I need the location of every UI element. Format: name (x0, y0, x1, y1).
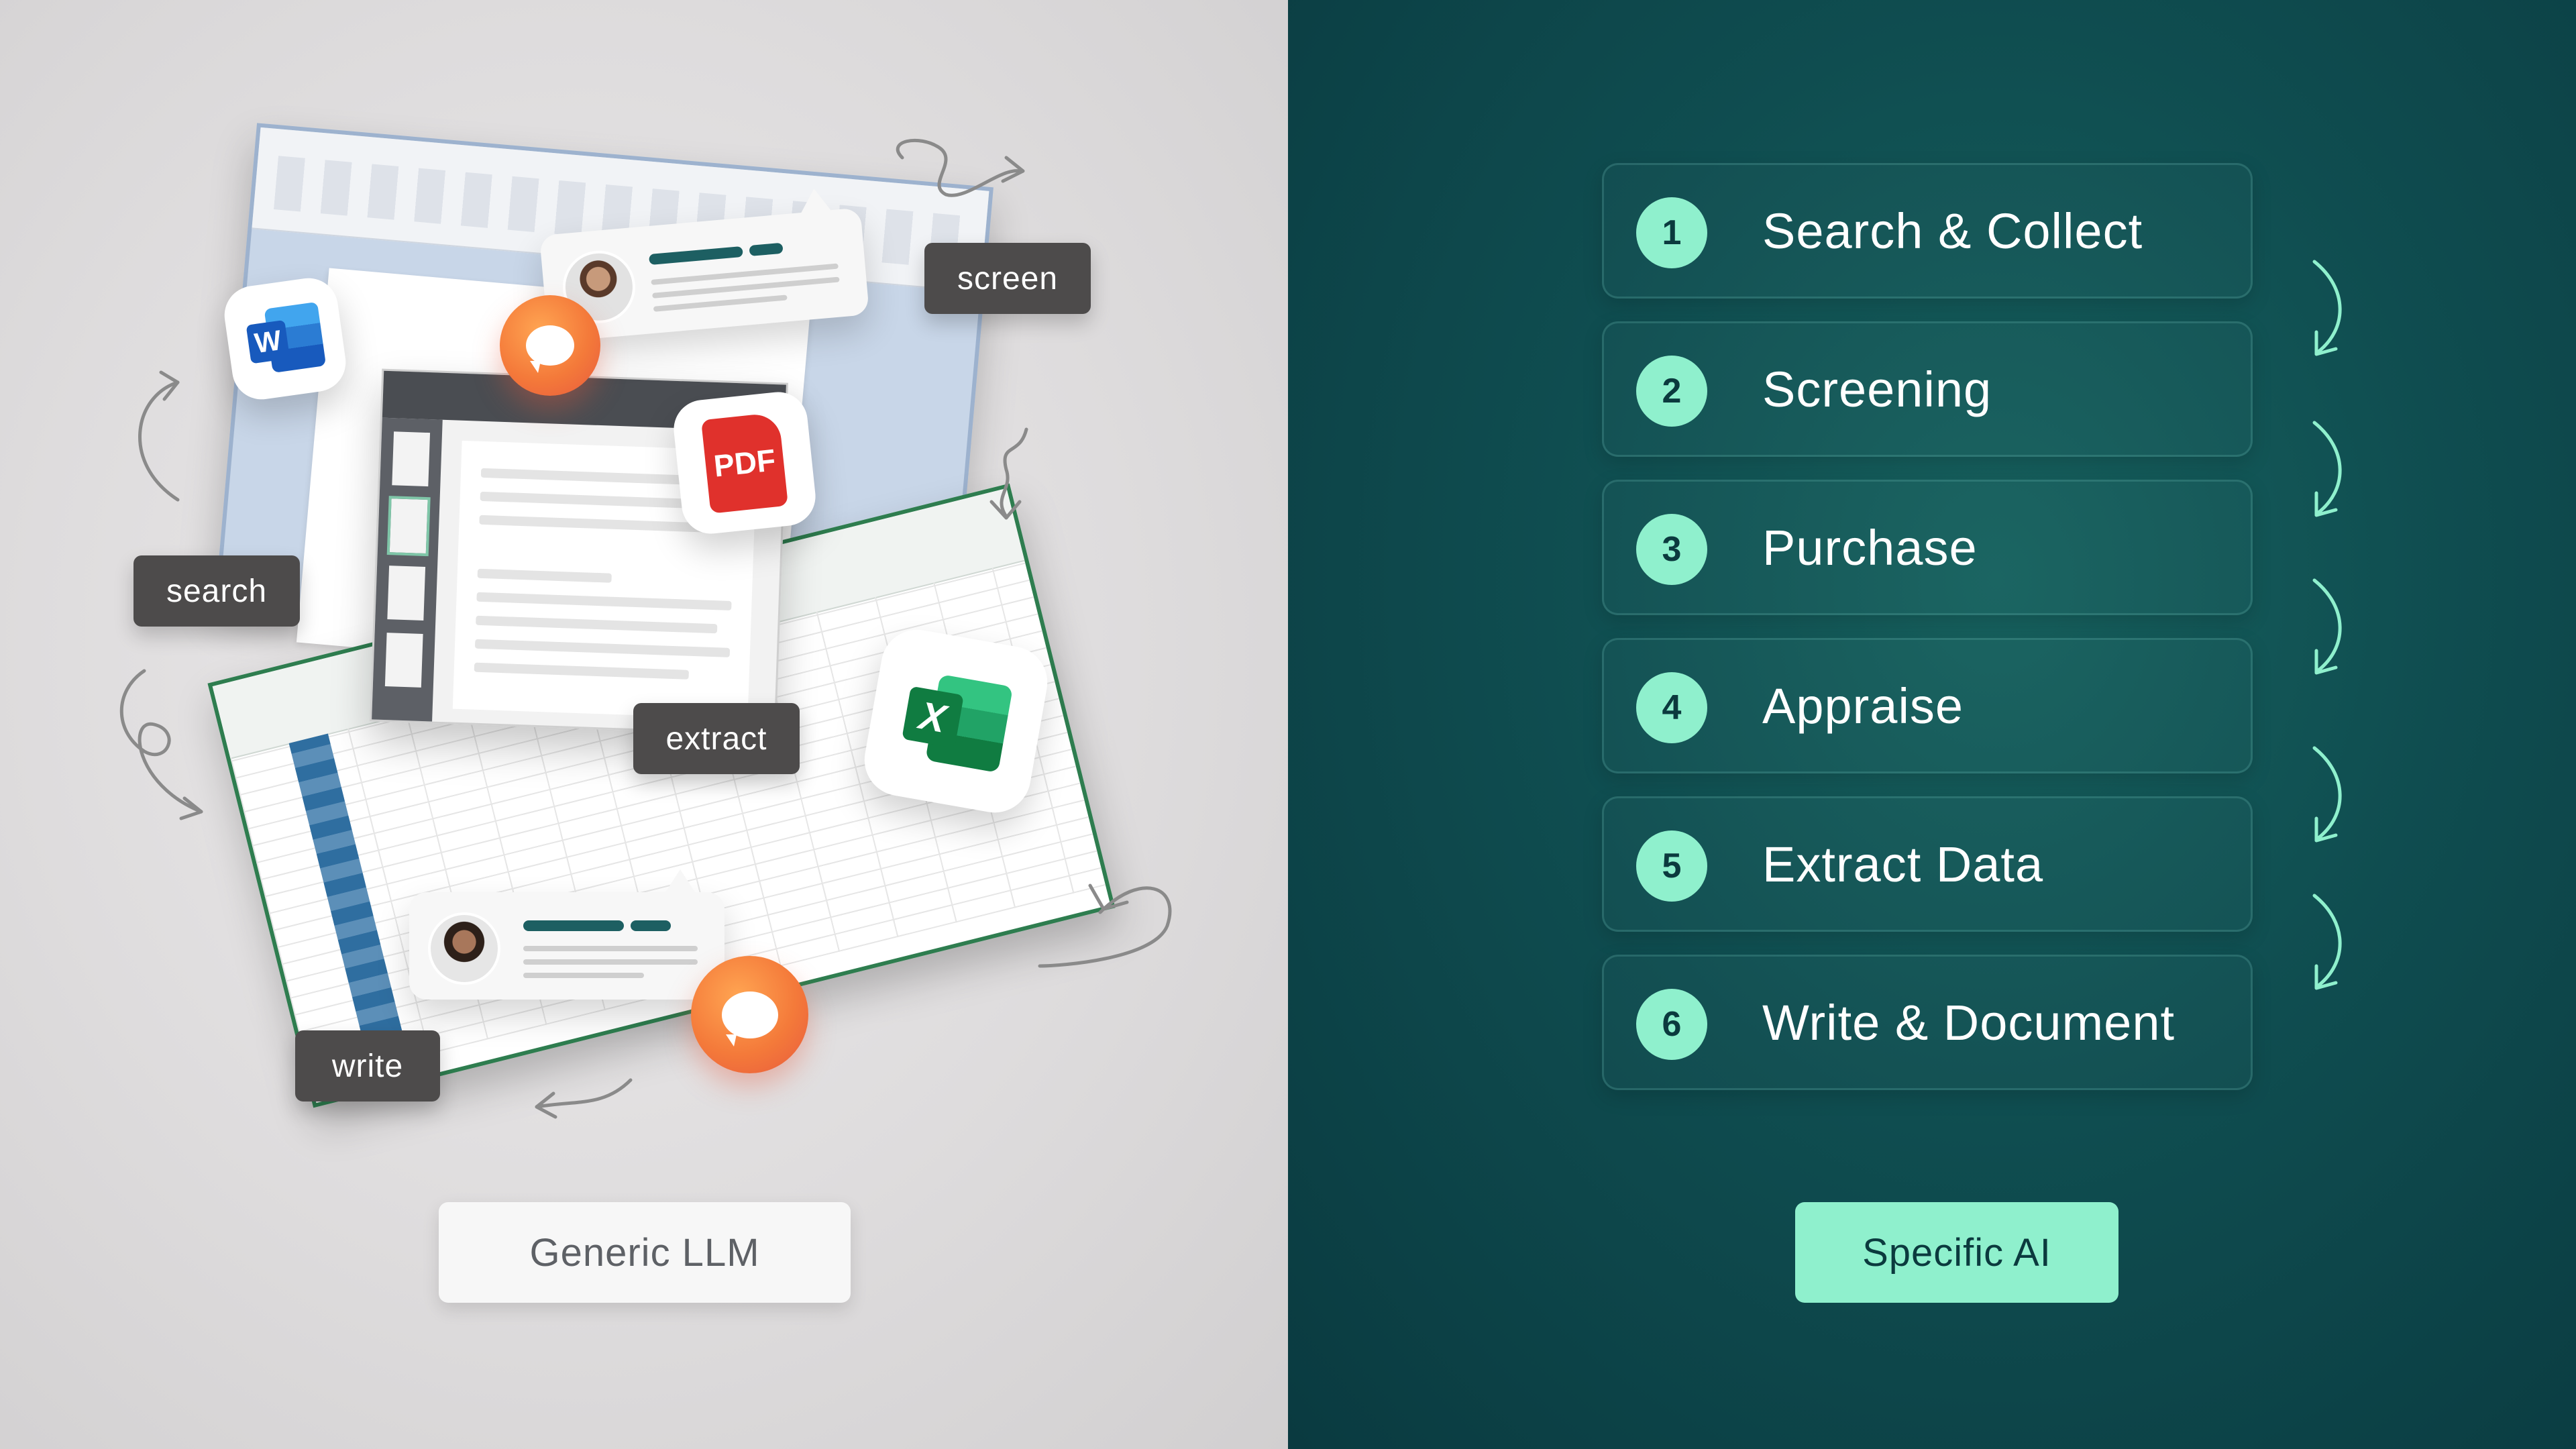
word-icon: W (246, 319, 290, 364)
specific-ai-button[interactable]: Specific AI (1795, 1202, 2118, 1303)
pdf-icon: PDF (701, 412, 788, 514)
pdf-app-icon: PDF (671, 389, 818, 537)
slide: W PDF X screen search extract write Gene… (0, 0, 2576, 1449)
specific-ai-panel: 1 Search & Collect 2 Screening 3 Purchas… (1288, 0, 2576, 1449)
excel-app-icon: X (859, 624, 1053, 818)
pdf-thumbnails (372, 417, 443, 722)
excel-icon: X (902, 686, 964, 749)
tag-screen: screen (924, 243, 1091, 314)
avatar (428, 912, 500, 985)
chat-bubble-icon (500, 295, 600, 396)
tag-search: search (133, 555, 300, 627)
generic-llm-button[interactable]: Generic LLM (439, 1202, 851, 1303)
tag-extract: extract (633, 703, 800, 774)
chat-message-bubble-bottom (409, 869, 724, 1000)
word-app-icon: W (220, 274, 350, 404)
chat-bubble-icon (691, 956, 808, 1073)
generic-llm-panel: W PDF X screen search extract write Gene… (0, 0, 1288, 1449)
tag-write: write (295, 1030, 440, 1102)
